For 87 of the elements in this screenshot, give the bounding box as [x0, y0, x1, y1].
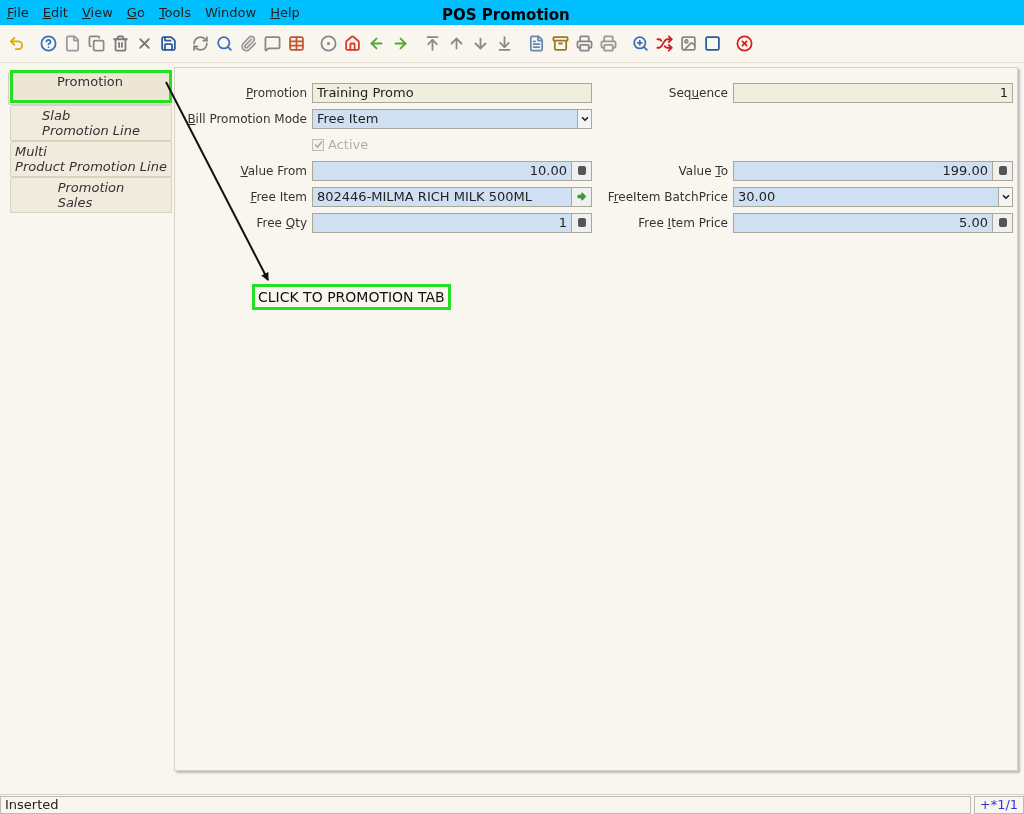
dropdown-button[interactable]	[577, 109, 591, 128]
toolbar-button[interactable]	[63, 34, 81, 53]
toolbar-button[interactable]	[551, 34, 569, 53]
help-icon	[39, 35, 57, 52]
toolbar-button[interactable]	[527, 34, 545, 53]
field-label: Bill Promotion Mode	[186, 110, 307, 128]
toolbar-button[interactable]	[703, 34, 721, 53]
toolbar-button[interactable]	[287, 34, 305, 53]
field-label: Free Item	[249, 188, 307, 206]
text-field[interactable]: Training Promo	[312, 82, 592, 103]
number-field[interactable]: 10.00	[312, 160, 592, 181]
menu-item[interactable]: Edit	[42, 2, 68, 23]
toolbar-button[interactable]	[679, 34, 697, 53]
calculator-icon	[577, 218, 586, 228]
circle-icon	[319, 35, 337, 52]
toolbar-button[interactable]	[215, 34, 233, 53]
calculator-icon	[577, 166, 586, 176]
toolbar-button[interactable]	[111, 34, 129, 53]
archive-icon	[551, 35, 569, 52]
callout-label: CLICK TO PROMOTION TAB	[252, 284, 451, 310]
number-field[interactable]: 5.00	[733, 212, 1013, 233]
calculator-icon	[998, 166, 1007, 176]
search-icon	[215, 35, 233, 52]
zoom-icon	[631, 35, 649, 52]
field-label: FreeItem BatchPrice	[606, 188, 728, 206]
image-icon	[679, 35, 697, 52]
calculator-button[interactable]	[992, 213, 1012, 232]
number-field[interactable]: 1	[312, 212, 592, 233]
search-field[interactable]: 802446-MILMA RICH MILK 500ML	[312, 186, 592, 207]
number-field[interactable]: 199.00	[733, 160, 1013, 181]
close-icon	[735, 35, 753, 52]
toolbar-button[interactable]	[159, 34, 177, 53]
square-icon	[703, 35, 721, 52]
home-icon	[343, 35, 361, 52]
refresh-icon	[191, 35, 209, 52]
calculator-button[interactable]	[571, 213, 591, 232]
menu-item[interactable]: Tools	[158, 2, 191, 23]
toolbar-button[interactable]	[191, 34, 209, 53]
record-indicator[interactable]: +*1/1	[974, 796, 1024, 814]
table-icon	[287, 35, 305, 52]
calculator-button[interactable]	[571, 161, 591, 180]
menu-item[interactable]: View	[81, 2, 113, 23]
printer-icon	[599, 35, 617, 52]
undo-icon	[7, 35, 25, 52]
toolbar-button[interactable]	[239, 34, 257, 53]
paperclip-icon	[239, 35, 257, 52]
printer-icon	[575, 35, 593, 52]
arrow-icon	[576, 191, 587, 203]
menu-item[interactable]: Help	[270, 2, 300, 23]
toolbar-button[interactable]	[575, 34, 593, 53]
toolbar-button[interactable]	[39, 34, 57, 53]
field-label: Value To	[677, 162, 728, 180]
field-label: Value From	[239, 162, 307, 180]
report-icon	[527, 35, 545, 52]
lookup-button[interactable]	[571, 187, 591, 206]
status-message: Inserted	[0, 796, 971, 814]
copy-icon	[87, 35, 105, 52]
dropdown-field[interactable]: 30.00	[733, 186, 1013, 207]
toolbar-button[interactable]	[263, 34, 281, 53]
tab[interactable]: Slab Promotion Line	[10, 104, 172, 141]
field-label: Sequence	[667, 84, 728, 102]
toolbar-button[interactable]	[87, 34, 105, 53]
checkbox-label: Active	[328, 135, 369, 154]
chat-icon	[263, 35, 281, 52]
calculator-icon	[998, 218, 1007, 228]
calculator-button[interactable]	[992, 161, 1012, 180]
tab[interactable]: Multi Product Promotion Line	[10, 140, 172, 177]
field-label: Promotion	[244, 84, 307, 102]
dropdown-button[interactable]	[998, 187, 1012, 206]
field-label: Free Item Price	[637, 214, 728, 232]
number-field[interactable]: 1	[733, 82, 1013, 103]
field-label: Free Qty	[255, 214, 307, 232]
toolbar-button[interactable]	[343, 34, 361, 53]
menu-item[interactable]: Go	[126, 2, 145, 23]
trash-icon	[111, 35, 129, 52]
toolbar-button[interactable]	[599, 34, 617, 53]
save-icon	[159, 35, 177, 52]
checkmark-icon	[313, 140, 323, 150]
toolbar-button[interactable]	[319, 34, 337, 53]
window-title: POS Promotion	[442, 5, 570, 26]
menu-item[interactable]: Window	[204, 2, 257, 23]
menu-item[interactable]: File	[7, 2, 29, 23]
dropdown-field[interactable]: Free Item	[312, 108, 592, 129]
toolbar-button[interactable]	[735, 34, 753, 53]
toolbar-button[interactable]	[631, 34, 649, 53]
new-document-icon	[63, 35, 81, 52]
tab[interactable]: Promotion Sales	[10, 176, 172, 213]
